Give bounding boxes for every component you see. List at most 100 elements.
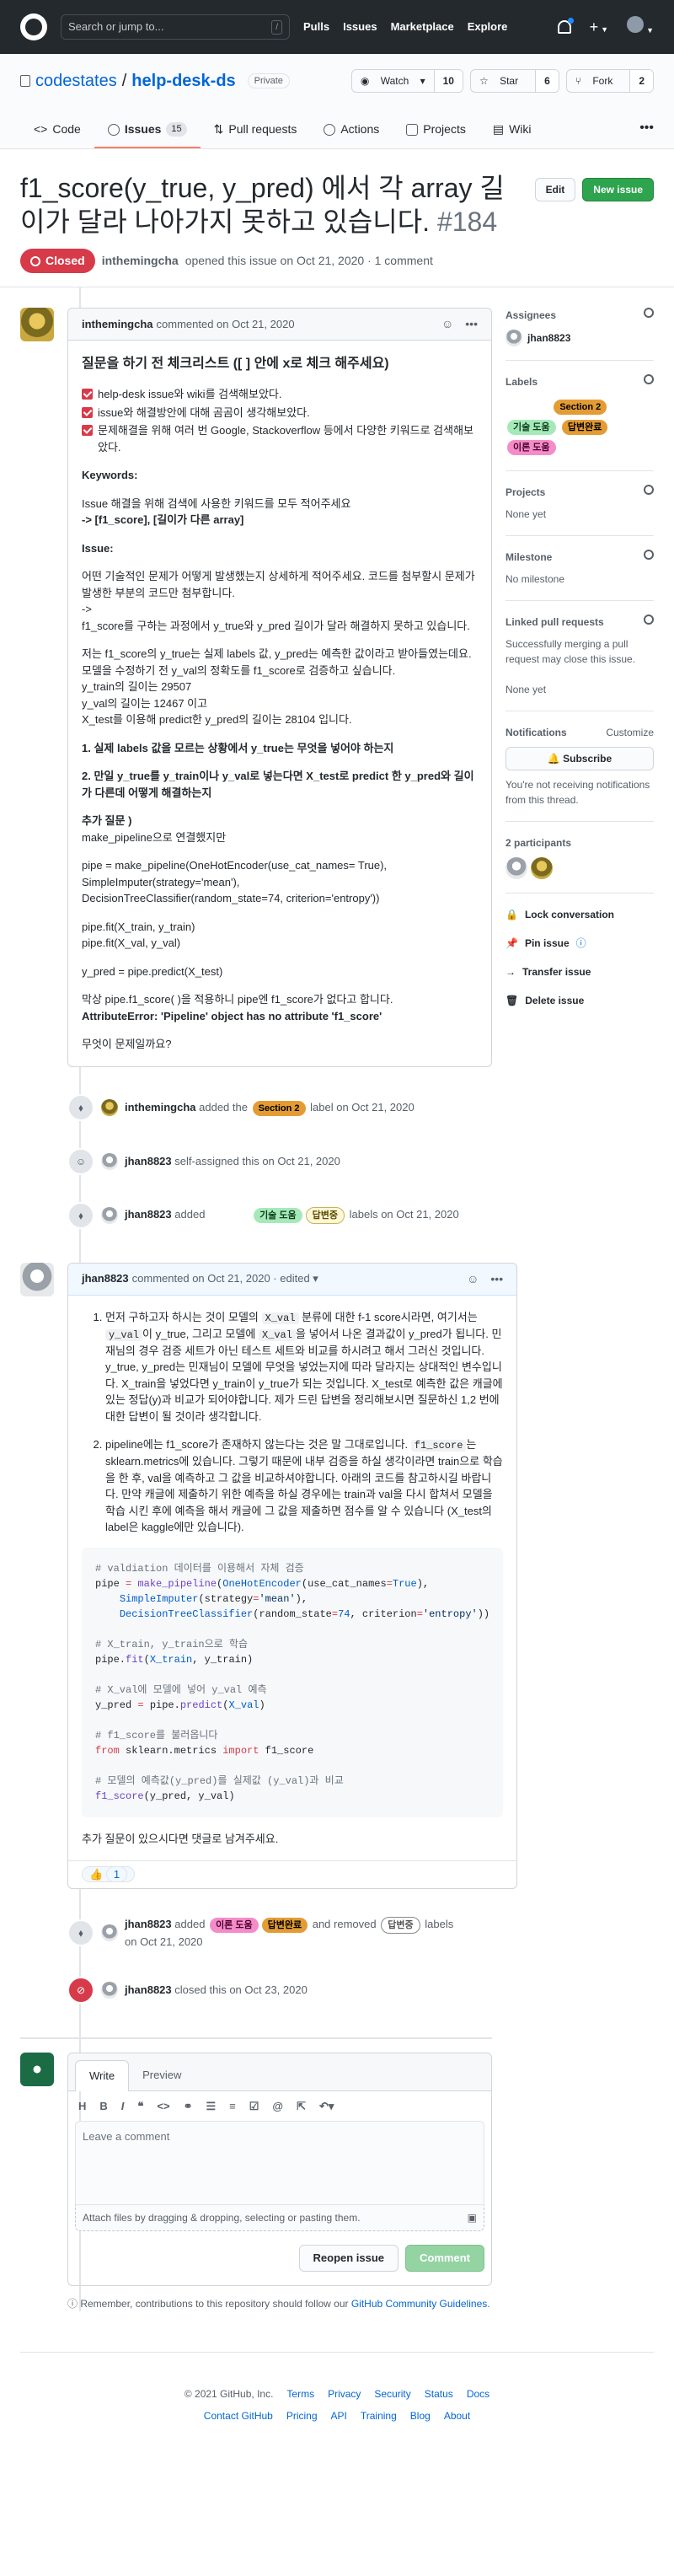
avatar[interactable] [101, 1152, 118, 1170]
bold-icon[interactable]: B [99, 2098, 107, 2115]
footer-link[interactable]: Pricing [286, 2408, 318, 2423]
avatar[interactable] [101, 1206, 118, 1224]
info-icon[interactable]: ⓘ [576, 936, 586, 951]
delete-issue-link[interactable]: 🗑 Delete issue [506, 993, 654, 1008]
pin-issue-link[interactable]: 📌 Pin issue ⓘ [506, 936, 654, 951]
label-theory-help[interactable]: 이론 도움 [507, 440, 556, 455]
star-count[interactable]: 6 [535, 70, 559, 92]
label-theory-help[interactable]: 이론 도움 [210, 1917, 259, 1933]
tab-issues[interactable]: Issues 15 [94, 121, 201, 148]
checked-checkbox[interactable] [82, 389, 93, 400]
create-new-menu[interactable]: + ▼ [590, 16, 608, 39]
customize-link[interactable]: Customize [606, 725, 654, 740]
avatar[interactable] [101, 1982, 118, 1999]
footer-link[interactable]: About [444, 2408, 470, 2423]
reopen-issue-button[interactable]: Reopen issue [298, 2245, 399, 2272]
footer-link[interactable]: Contact GitHub [204, 2408, 273, 2423]
tab-preview[interactable]: Preview [129, 2060, 195, 2090]
subscribe-button[interactable]: 🔔 Subscribe [506, 747, 654, 770]
event-date[interactable]: on Oct 21, 2020 [125, 1935, 203, 1948]
event-actor[interactable]: jhan8823 [125, 1155, 172, 1167]
comment-author[interactable]: jhan8823 [82, 1270, 129, 1287]
label-answered[interactable]: 답변완료 [561, 420, 608, 435]
gear-icon[interactable] [644, 308, 654, 318]
smiley-icon[interactable]: ☺ [467, 1270, 479, 1288]
gear-icon[interactable] [644, 614, 654, 625]
smiley-icon[interactable]: ☺ [441, 315, 453, 333]
search-input[interactable]: Search or jump to... / [61, 14, 290, 40]
kebab-menu-icon[interactable]: ••• [465, 315, 478, 333]
nav-pulls[interactable]: Pulls [303, 19, 329, 35]
kebab-menu-icon[interactable]: ••• [490, 1270, 503, 1288]
gear-icon[interactable] [644, 550, 654, 560]
repo-name-link[interactable]: help-desk-ds [131, 68, 235, 94]
comment-time[interactable]: commented on Oct 21, 2020 [157, 316, 295, 333]
link-icon[interactable]: ⚭ [184, 2098, 193, 2115]
watch-button[interactable]: ◉ Watch ▾ 10 [350, 69, 463, 93]
assignee-name[interactable]: jhan8823 [527, 330, 570, 346]
comment-button[interactable]: Comment [405, 2245, 484, 2272]
avatar[interactable] [531, 857, 553, 879]
community-guidelines-link[interactable]: GitHub Community Guidelines [351, 2298, 487, 2310]
nav-issues[interactable]: Issues [343, 19, 377, 35]
tab-wiki[interactable]: ▤ Wiki [479, 121, 545, 148]
tab-write[interactable]: Write [75, 2060, 130, 2091]
issue-author-link[interactable]: inthemingcha [102, 252, 179, 270]
label-section-2[interactable]: Section 2 [554, 400, 607, 415]
event-actor[interactable]: inthemingcha [125, 1101, 196, 1114]
heading-icon[interactable]: H [78, 2098, 86, 2115]
repo-owner-link[interactable]: codestates [35, 68, 117, 94]
comment-time[interactable]: commented on Oct 21, 2020 · edited [132, 1270, 310, 1287]
cross-reference-icon[interactable]: ⇱ [297, 2098, 306, 2115]
more-tabs-icon[interactable]: ••• [639, 118, 654, 148]
fork-button[interactable]: ⑂ Fork 2 [565, 69, 654, 93]
footer-link[interactable]: Status [425, 2386, 453, 2402]
label-section-2[interactable]: Section 2 [252, 1100, 306, 1116]
tab-projects[interactable]: Projects [393, 121, 479, 148]
footer-link[interactable]: API [331, 2408, 347, 2423]
avatar[interactable] [20, 308, 54, 341]
footer-link[interactable]: Security [374, 2386, 410, 2402]
avatar[interactable] [101, 1924, 118, 1941]
quote-icon[interactable]: ❝ [137, 2098, 143, 2115]
tab-actions[interactable]: Actions [310, 121, 393, 148]
bullet-list-icon[interactable]: ☰ [206, 2098, 217, 2115]
attach-files-area[interactable]: Attach files by dragging & dropping, sel… [75, 2205, 484, 2231]
label-answering[interactable]: 답변중 [381, 1916, 420, 1934]
footer-link[interactable]: Blog [410, 2408, 431, 2423]
comment-textarea[interactable]: Leave a comment [75, 2121, 484, 2205]
italic-icon[interactable]: I [121, 2098, 125, 2115]
mention-icon[interactable]: @ [272, 2098, 283, 2115]
code-icon[interactable]: <> [157, 2098, 169, 2115]
event-actor[interactable]: jhan8823 [125, 1208, 172, 1221]
github-logo-icon[interactable] [20, 13, 47, 40]
tab-code[interactable]: <> Code [20, 121, 94, 148]
checked-checkbox[interactable] [82, 406, 93, 418]
star-button[interactable]: ☆ Star 6 [469, 69, 559, 93]
markdown-icon[interactable]: ▣ [468, 2210, 477, 2225]
transfer-issue-link[interactable]: → Transfer issue [506, 964, 654, 979]
event-actor[interactable]: jhan8823 [125, 1983, 172, 1996]
new-issue-button[interactable]: New issue [582, 178, 654, 201]
label-answering[interactable]: 답변중 [305, 1207, 345, 1224]
gear-icon[interactable] [644, 485, 654, 495]
tab-pull-requests[interactable]: ⇅ Pull requests [201, 121, 311, 148]
thumbs-up-reaction[interactable]: 👍 1 [82, 1866, 136, 1882]
avatar[interactable] [101, 1098, 118, 1116]
watch-count[interactable]: 10 [433, 70, 463, 92]
footer-link[interactable]: Docs [467, 2386, 489, 2402]
footer-link[interactable]: Training [361, 2408, 397, 2423]
event-actor[interactable]: jhan8823 [125, 1918, 172, 1930]
label-tech-help[interactable]: 기술 도움 [254, 1208, 302, 1223]
nav-explore[interactable]: Explore [468, 19, 508, 35]
footer-link[interactable]: Privacy [328, 2386, 361, 2402]
fork-count[interactable]: 2 [629, 70, 653, 92]
footer-link[interactable]: Terms [286, 2386, 314, 2402]
avatar[interactable] [20, 1262, 54, 1296]
comment-author[interactable]: inthemingcha [82, 316, 153, 333]
reply-icon[interactable]: ↶▾ [319, 2098, 334, 2115]
label-answered[interactable]: 답변완료 [261, 1917, 308, 1933]
task-list-icon[interactable]: ☑ [249, 2098, 259, 2115]
lock-conversation-link[interactable]: 🔒 Lock conversation [506, 907, 654, 922]
nav-marketplace[interactable]: Marketplace [391, 19, 454, 35]
